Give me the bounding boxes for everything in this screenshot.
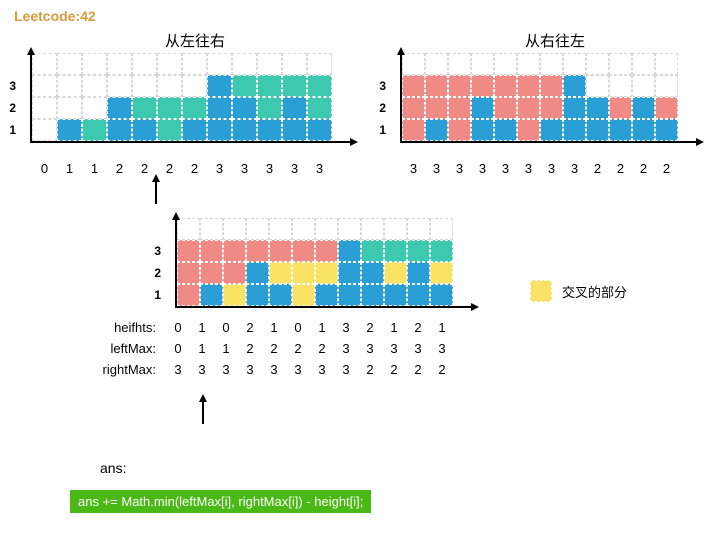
formula-box: ans += Math.min(leftMax[i], rightMax[i])…	[70, 490, 371, 513]
chart-left-to-right: 从左往右 123 011222233333	[30, 30, 360, 143]
ans-label: ans:	[100, 460, 126, 476]
chart3-grid: 123	[175, 220, 471, 308]
chart1-pointer	[155, 180, 157, 204]
chart1-grid: 123 011222233333	[30, 55, 350, 143]
page-title: Leetcode:42	[14, 8, 96, 24]
chart2-title: 从右往左	[400, 30, 710, 51]
legend: 交叉的部分	[530, 280, 627, 302]
chart-combined: 123	[175, 220, 485, 308]
table-row: heifhts:010210132121	[86, 320, 454, 335]
chart-right-to-left: 从右往左 123 333333332222	[400, 30, 710, 143]
legend-swatch	[530, 280, 552, 302]
chart1-title: 从左往右	[30, 30, 360, 51]
data-table: heifhts:010210132121 leftMax:011222233333…	[86, 320, 454, 383]
legend-label: 交叉的部分	[562, 282, 627, 301]
table-row: leftMax:011222233333	[86, 341, 454, 356]
chart2-grid: 123 333333332222	[400, 55, 696, 143]
pointer-arrow	[202, 400, 204, 424]
table-row: rightMax:333333332222	[86, 362, 454, 377]
